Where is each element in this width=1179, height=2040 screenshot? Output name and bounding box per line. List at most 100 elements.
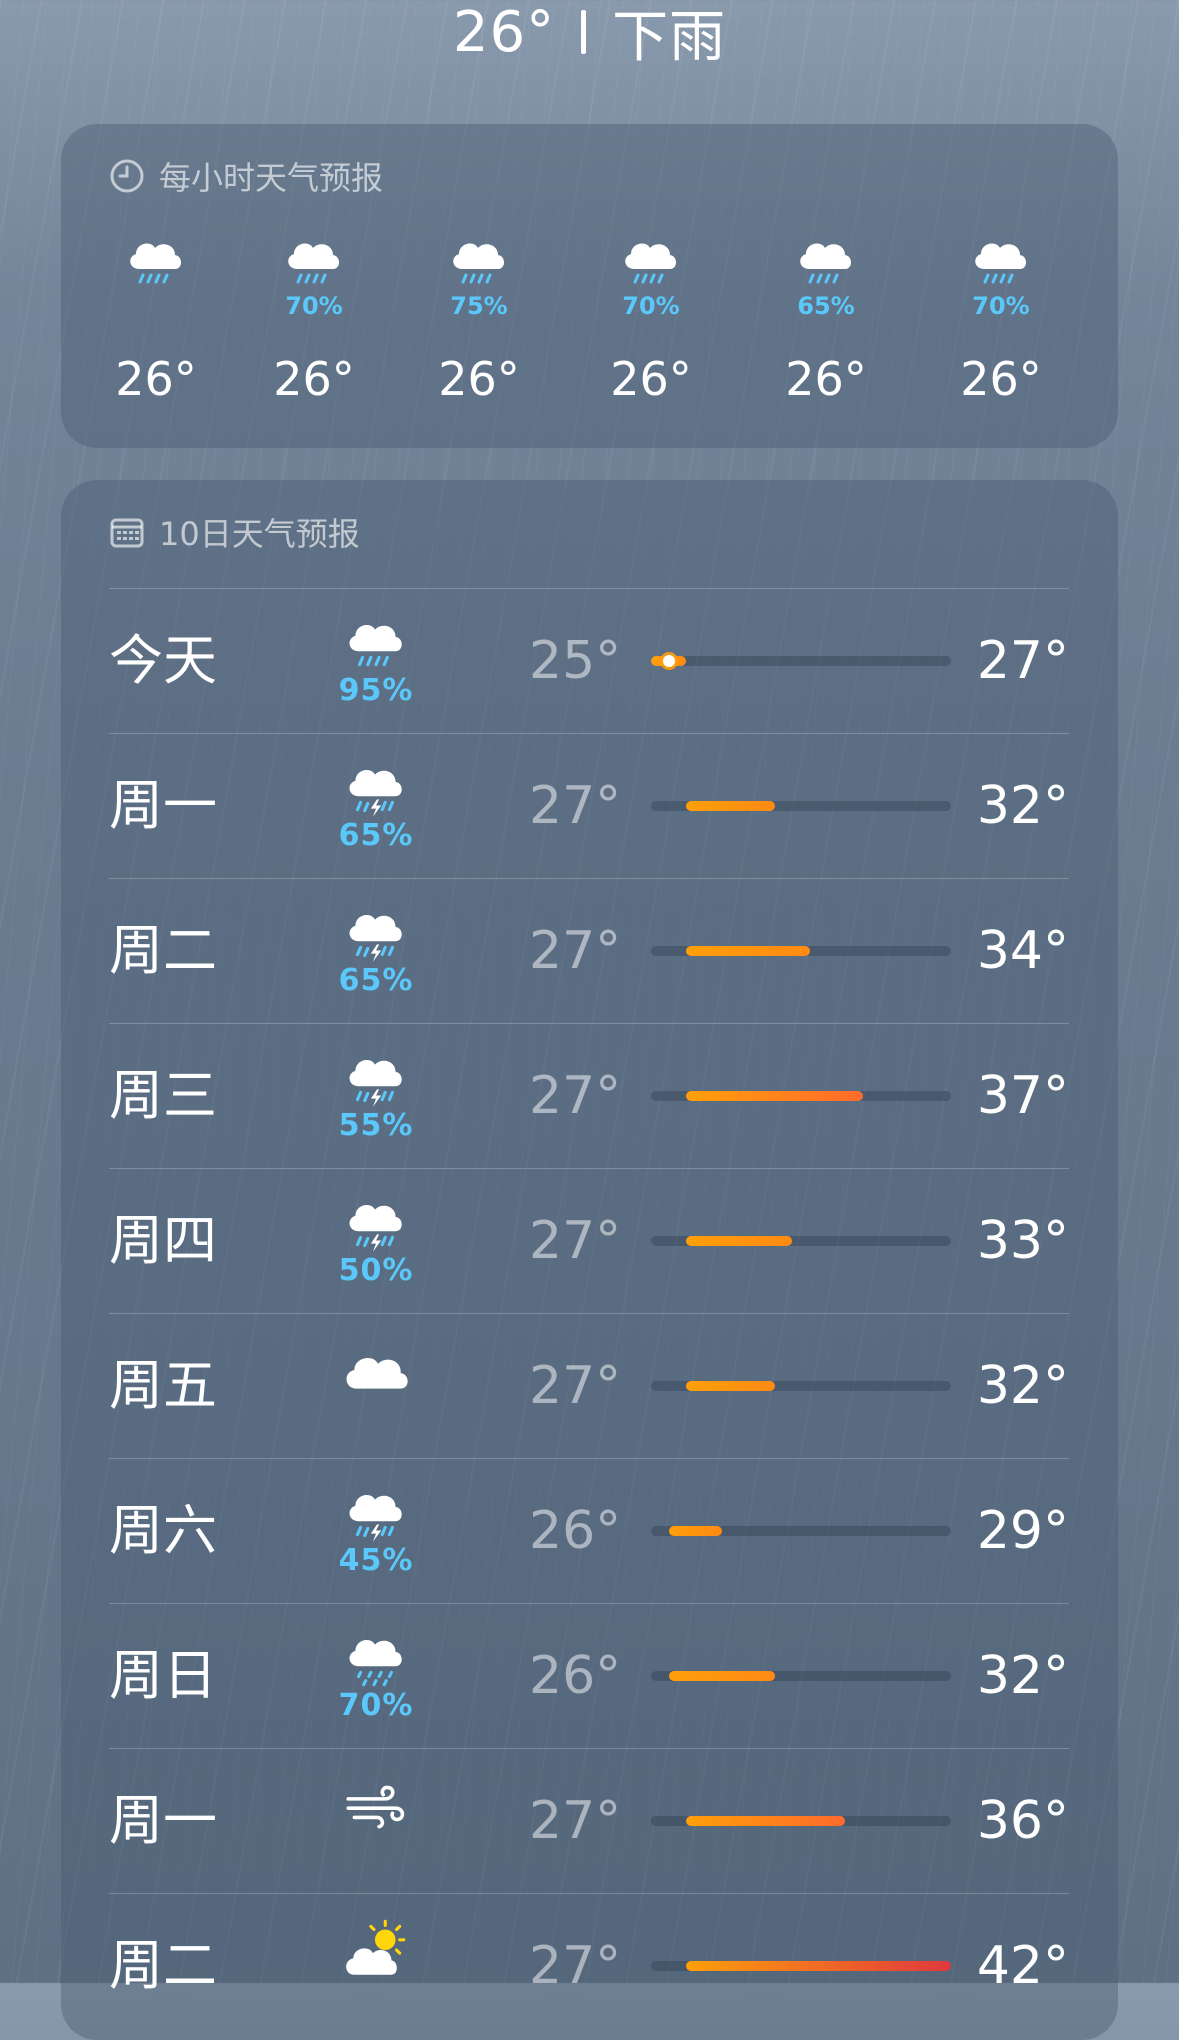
hourly-temp: 26° <box>960 352 1042 406</box>
hourly-forecast-title: 每小时天气预报 <box>159 159 384 197</box>
hourly-item: 65% 26° <box>766 228 886 406</box>
thunderstorm-icon <box>349 769 402 817</box>
hourly-temp: 26° <box>273 352 355 406</box>
partly-sunny-icon <box>346 1919 406 1975</box>
day-high-temp: 36° <box>976 1791 1069 1851</box>
day-row[interactable]: 周一 27° 36° <box>109 1748 1069 1893</box>
current-temp-dot <box>662 655 675 667</box>
hourly-icon <box>279 228 349 294</box>
day-low-temp: 27° <box>529 1791 622 1851</box>
day-precip: 65% <box>338 818 414 853</box>
temp-range-track <box>651 1236 951 1246</box>
day-precip: 50% <box>338 1253 414 1288</box>
thunderstorm-icon <box>349 1059 402 1107</box>
day-name: 周六 <box>109 1499 217 1562</box>
thunderstorm-icon <box>349 1204 402 1252</box>
day-row[interactable]: 周一 65% 27° 32° <box>109 733 1069 878</box>
hourly-item: 70% 26° <box>941 228 1061 406</box>
day-high-temp: 32° <box>976 1356 1069 1416</box>
day-low-temp: 27° <box>529 1211 622 1271</box>
daily-forecast-title: 10日天气预报 <box>159 515 360 553</box>
temp-range-fill <box>686 1381 775 1391</box>
day-row[interactable]: 周五 27° 32° <box>109 1313 1069 1458</box>
temp-range-fill <box>686 1236 793 1246</box>
day-icon: 50% <box>331 1189 421 1288</box>
day-row[interactable]: 周日 70% 26° 32° <box>109 1603 1069 1748</box>
day-high-temp: 29° <box>976 1501 1069 1561</box>
separator <box>581 10 587 54</box>
day-icon <box>331 1769 421 1833</box>
day-precip: 55% <box>338 1108 414 1143</box>
day-name: 周一 <box>109 774 217 837</box>
temp-range-track <box>651 1961 951 1971</box>
current-conditions: 26° 下雨 <box>0 0 1179 70</box>
day-low-temp: 25° <box>529 631 622 691</box>
day-low-temp: 27° <box>529 921 622 981</box>
hourly-forecast-card[interactable]: 每小时天气预报 26° 70% 26° 75% 26° 70% 26° 65% 26° 70% 26… <box>61 124 1118 448</box>
day-precip: 70% <box>338 1688 414 1723</box>
hourly-icon <box>616 228 686 294</box>
hourly-precip: 70% <box>972 292 1030 320</box>
day-high-temp: 37° <box>976 1066 1069 1126</box>
daily-forecast-header: 10日天气预报 <box>109 510 360 554</box>
day-row[interactable]: 周三 55% 27° 37° <box>109 1023 1069 1168</box>
temp-range-fill <box>668 1671 775 1681</box>
day-icon: 55% <box>331 1044 421 1143</box>
temp-range-fill <box>686 1961 951 1971</box>
day-name: 周一 <box>109 1789 217 1852</box>
day-low-temp: 26° <box>529 1646 622 1706</box>
hourly-icon <box>966 228 1036 294</box>
rain-cloud-icon <box>625 243 676 284</box>
day-icon: 65% <box>331 754 421 853</box>
day-row[interactable]: 周二 65% 27° 34° <box>109 878 1069 1023</box>
hourly-icon <box>791 228 861 294</box>
hourly-precip: 70% <box>622 292 680 320</box>
daily-list: 今天 95% 25° 27° 周一 65% 27° 32° 周二 65% 27° 34° 周三 55% 27… <box>109 588 1069 2038</box>
day-icon: 95% <box>331 609 421 708</box>
hourly-precip: 75% <box>450 292 508 320</box>
day-row[interactable]: 周四 50% 27° 33° <box>109 1168 1069 1313</box>
day-name: 周三 <box>109 1064 217 1127</box>
day-row[interactable]: 周六 45% 26° 29° <box>109 1458 1069 1603</box>
day-precip: 95% <box>338 673 414 708</box>
day-low-temp: 27° <box>529 1356 622 1416</box>
hourly-icon <box>444 228 514 294</box>
rain-cloud-icon <box>800 243 851 284</box>
daily-forecast-card[interactable]: 10日天气预报 今天 95% 25° 27° 周一 65% 27° 32° 周二 65% 27° 34… <box>61 480 1118 2040</box>
hourly-forecast-header: 每小时天气预报 <box>109 154 383 198</box>
temp-range-track <box>651 1381 951 1391</box>
calendar-icon <box>110 518 144 548</box>
day-icon: 70% <box>331 1624 421 1723</box>
hourly-icon <box>121 228 191 294</box>
day-name: 周五 <box>109 1354 217 1417</box>
temp-range-track <box>651 1091 951 1101</box>
rain-cloud-icon <box>130 243 181 284</box>
day-high-temp: 34° <box>976 921 1069 981</box>
hourly-precip: 65% <box>797 292 855 320</box>
day-precip: 45% <box>338 1543 414 1578</box>
temp-range-track <box>651 1526 951 1536</box>
temp-range-track <box>651 655 951 667</box>
day-high-temp: 42° <box>976 1936 1069 1996</box>
temp-range-fill <box>668 1526 722 1536</box>
rain-cloud-icon <box>288 243 339 284</box>
day-name: 今天 <box>109 629 217 692</box>
day-high-temp: 27° <box>976 631 1069 691</box>
wind-icon <box>346 1785 405 1829</box>
day-name: 周日 <box>109 1644 217 1707</box>
day-name: 周二 <box>109 1934 217 1997</box>
temp-range-fill <box>686 946 810 956</box>
day-low-temp: 27° <box>529 1936 622 1996</box>
day-row[interactable]: 周二 27° 42° <box>109 1893 1069 2038</box>
hourly-temp: 26° <box>785 352 867 406</box>
temp-range-track <box>651 1816 951 1826</box>
day-name: 周二 <box>109 919 217 982</box>
hourly-temp: 26° <box>115 352 197 406</box>
day-name: 周四 <box>109 1209 217 1272</box>
drizzle-cloud-icon <box>349 1639 402 1687</box>
day-icon: 45% <box>331 1479 421 1578</box>
temp-range-fill <box>686 1816 846 1826</box>
hourly-item: 26° <box>96 228 216 406</box>
day-row[interactable]: 今天 95% 25° 27° <box>109 588 1069 733</box>
temp-range-fill <box>686 1091 863 1101</box>
